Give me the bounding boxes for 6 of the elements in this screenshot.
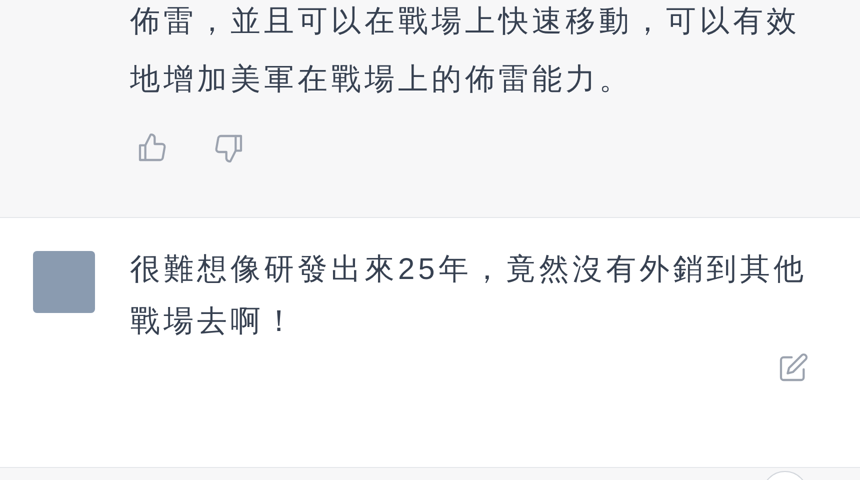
avatar-photo-placeholder [33,251,95,313]
edit-icon[interactable] [777,352,809,384]
assistant-message: 佈雷，並且可以在戰場上快速移動，可以有效地增加美軍在戰場上的佈雷能力。 [130,4,801,98]
thumbs-down-icon[interactable] [213,132,245,164]
thumbs-up-icon[interactable] [136,132,168,164]
user-message: 很難想像研發出來25年，竟然沒有外銷到其他戰場去啊！ [130,252,808,340]
